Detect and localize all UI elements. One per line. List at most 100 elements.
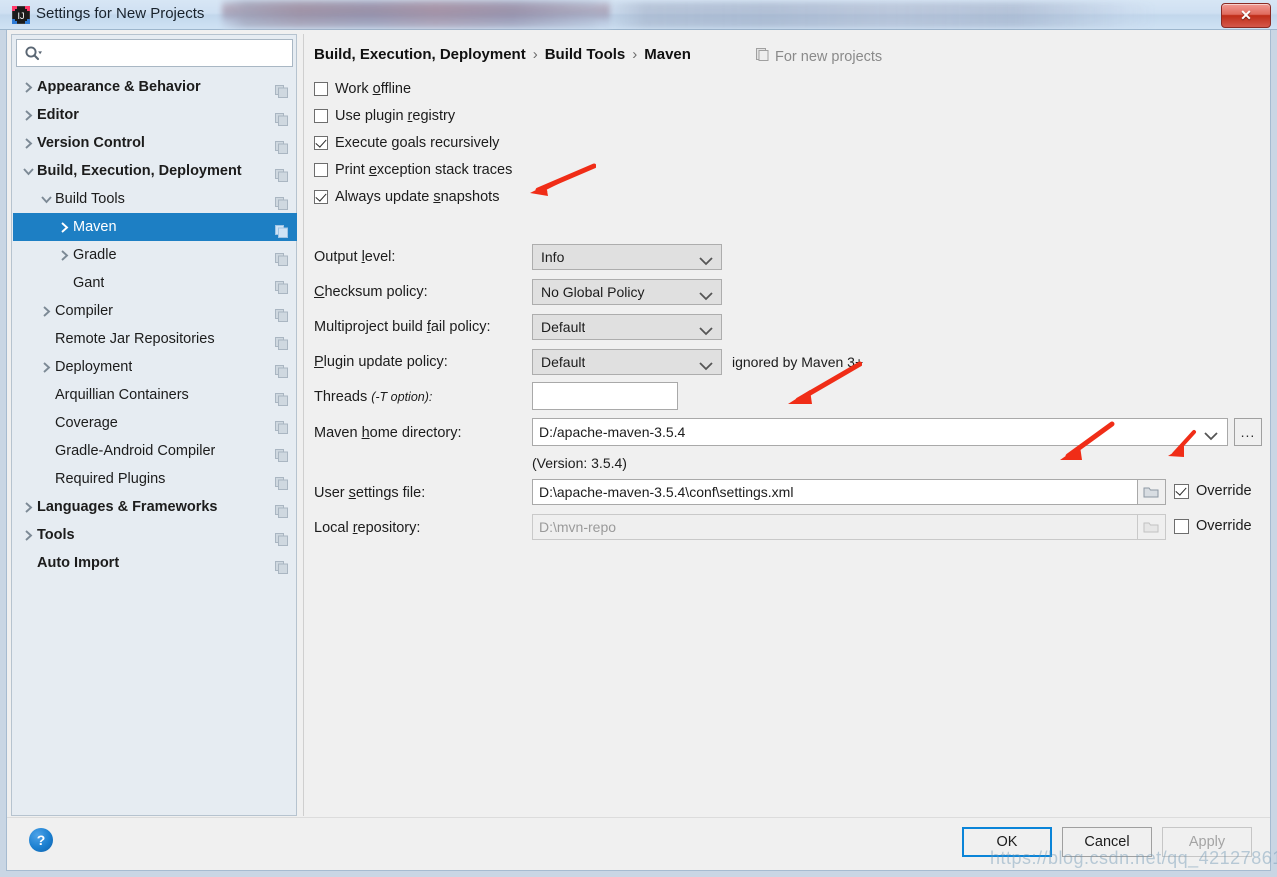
help-button[interactable]: ? bbox=[29, 828, 53, 852]
sidebar-item-tools[interactable]: Tools bbox=[13, 521, 297, 549]
svg-text:IJ: IJ bbox=[17, 11, 24, 21]
breadcrumb-separator-1: › bbox=[532, 46, 538, 63]
copy-icon[interactable] bbox=[275, 416, 288, 434]
breadcrumb-separator-2: › bbox=[632, 46, 638, 63]
chevron-right-icon[interactable] bbox=[19, 129, 37, 157]
chevron-right-icon[interactable] bbox=[37, 297, 55, 325]
chevron-right-icon[interactable] bbox=[19, 521, 37, 549]
maven-home-browse-button[interactable]: ... bbox=[1234, 418, 1262, 446]
cancel-button[interactable]: Cancel bbox=[1062, 827, 1152, 857]
checkbox-label: Always update snapshots bbox=[335, 189, 500, 205]
chevron-down-icon[interactable] bbox=[19, 157, 37, 185]
sidebar-item-auto-import[interactable]: Auto Import bbox=[13, 549, 297, 577]
redacted-title-region-2 bbox=[600, 2, 1160, 28]
copy-icon[interactable] bbox=[275, 528, 288, 546]
sidebar-item-editor[interactable]: Editor bbox=[13, 101, 297, 129]
copy-icon[interactable] bbox=[275, 556, 288, 574]
plugin-update-policy-label: Plugin update policy: bbox=[314, 354, 448, 370]
chevron-right-icon[interactable] bbox=[19, 101, 37, 129]
copy-icon[interactable] bbox=[275, 472, 288, 490]
maven-home-value: D:/apache-maven-3.5.4 bbox=[539, 424, 686, 440]
local-repo-override-label: Override bbox=[1196, 518, 1252, 534]
breadcrumb-part-2[interactable]: Build Tools bbox=[545, 46, 626, 63]
chevron-right-icon[interactable] bbox=[37, 353, 55, 381]
plugin-update-policy-note: ignored by Maven 3+ bbox=[732, 354, 864, 370]
chevron-right-icon[interactable] bbox=[55, 241, 73, 269]
breadcrumb-part-1[interactable]: Build, Execution, Deployment bbox=[314, 46, 526, 63]
copy-icon[interactable] bbox=[275, 388, 288, 406]
output-level-select[interactable]: Info bbox=[532, 244, 722, 270]
breadcrumb-part-3[interactable]: Maven bbox=[644, 46, 691, 63]
local-repo-override-checkbox[interactable]: Override bbox=[1174, 518, 1252, 534]
copy-icon[interactable] bbox=[275, 304, 288, 322]
chevron-right-icon[interactable] bbox=[55, 213, 73, 241]
user-settings-input[interactable]: D:\apache-maven-3.5.4\conf\settings.xml bbox=[532, 479, 1138, 505]
plugin-update-policy-select[interactable]: Default bbox=[532, 349, 722, 375]
search-box[interactable] bbox=[16, 39, 293, 67]
sidebar-item-compiler[interactable]: Compiler bbox=[13, 297, 297, 325]
sidebar-item-label: Arquillian Containers bbox=[55, 387, 189, 403]
checkbox-use-plugin-registry[interactable]: Use plugin registry bbox=[314, 105, 455, 127]
settings-window: IJ Settings for New Projects ✕ Appearanc… bbox=[0, 0, 1277, 877]
sidebar-item-gradle-android-compiler[interactable]: Gradle-Android Compiler bbox=[13, 437, 297, 465]
checksum-policy-select[interactable]: No Global Policy bbox=[532, 279, 722, 305]
copy-icon[interactable] bbox=[275, 220, 288, 238]
search-icon bbox=[24, 45, 42, 63]
breadcrumb: Build, Execution, Deployment › Build Tools… bbox=[314, 46, 691, 63]
copy-icon[interactable] bbox=[275, 136, 288, 154]
sidebar-item-coverage[interactable]: Coverage bbox=[13, 409, 297, 437]
sidebar-item-deployment[interactable]: Deployment bbox=[13, 353, 297, 381]
copy-icon[interactable] bbox=[275, 444, 288, 462]
chevron-down-icon bbox=[699, 358, 713, 374]
local-repo-value: D:\mvn-repo bbox=[539, 519, 617, 535]
chevron-down-icon bbox=[699, 288, 713, 304]
checkbox-execute-goals-recursively[interactable]: Execute goals recursively bbox=[314, 132, 499, 154]
copy-icon[interactable] bbox=[275, 108, 288, 126]
user-settings-override-checkbox[interactable]: Override bbox=[1174, 483, 1252, 499]
threads-label: Threads (-T option): bbox=[314, 389, 433, 405]
multiproject-policy-label: Multiproject build fail policy: bbox=[314, 319, 491, 335]
checkbox-work-offline[interactable]: Work offline bbox=[314, 78, 411, 100]
checkbox-always-update-snapshots[interactable]: Always update snapshots bbox=[314, 186, 499, 208]
checkbox-print-exception-stack-traces[interactable]: Print exception stack traces bbox=[314, 159, 512, 181]
close-icon[interactable]: ✕ bbox=[1221, 3, 1271, 28]
checksum-policy-label: Checksum policy: bbox=[314, 284, 428, 300]
sidebar-item-build-tools[interactable]: Build Tools bbox=[13, 185, 297, 213]
sidebar-item-languages-frameworks[interactable]: Languages & Frameworks bbox=[13, 493, 297, 521]
copy-icon[interactable] bbox=[275, 164, 288, 182]
sidebar-item-arquillian-containers[interactable]: Arquillian Containers bbox=[13, 381, 297, 409]
sidebar-item-label: Gradle-Android Compiler bbox=[55, 443, 216, 459]
copy-icon[interactable] bbox=[275, 500, 288, 518]
copy-icon[interactable] bbox=[275, 332, 288, 350]
user-settings-browse-icon[interactable] bbox=[1138, 479, 1166, 505]
search-input[interactable] bbox=[47, 43, 291, 67]
sidebar-item-appearance-behavior[interactable]: Appearance & Behavior bbox=[13, 73, 297, 101]
threads-input[interactable] bbox=[532, 382, 678, 410]
ok-button[interactable]: OK bbox=[962, 827, 1052, 857]
maven-home-combo[interactable]: D:/apache-maven-3.5.4 bbox=[532, 418, 1228, 446]
sidebar-item-gradle[interactable]: Gradle bbox=[13, 241, 297, 269]
sidebar-item-label: Remote Jar Repositories bbox=[55, 331, 215, 347]
sidebar-item-gant[interactable]: Gant bbox=[13, 269, 297, 297]
copy-icon[interactable] bbox=[275, 360, 288, 378]
copy-icon[interactable] bbox=[275, 276, 288, 294]
multiproject-policy-select[interactable]: Default bbox=[532, 314, 722, 340]
sidebar-item-required-plugins[interactable]: Required Plugins bbox=[13, 465, 297, 493]
copy-icon[interactable] bbox=[275, 248, 288, 266]
copy-icon[interactable] bbox=[275, 192, 288, 210]
intellij-idea-icon: IJ bbox=[12, 6, 30, 24]
copy-icon[interactable] bbox=[275, 80, 288, 98]
chevron-right-icon[interactable] bbox=[19, 493, 37, 521]
chevron-down-icon bbox=[699, 253, 713, 269]
chevron-right-icon[interactable] bbox=[19, 73, 37, 101]
user-settings-value: D:\apache-maven-3.5.4\conf\settings.xml bbox=[539, 484, 794, 500]
sidebar-item-version-control[interactable]: Version Control bbox=[13, 129, 297, 157]
sidebar-item-maven[interactable]: Maven bbox=[13, 213, 297, 241]
chevron-down-icon[interactable] bbox=[37, 185, 55, 213]
sidebar-item-remote-jar-repositories[interactable]: Remote Jar Repositories bbox=[13, 325, 297, 353]
sidebar-item-build-execution-deployment[interactable]: Build, Execution, Deployment bbox=[13, 157, 297, 185]
checkbox-label: Print exception stack traces bbox=[335, 162, 513, 178]
settings-sidebar: Appearance & Behavior Editor Version Contr… bbox=[11, 34, 297, 816]
